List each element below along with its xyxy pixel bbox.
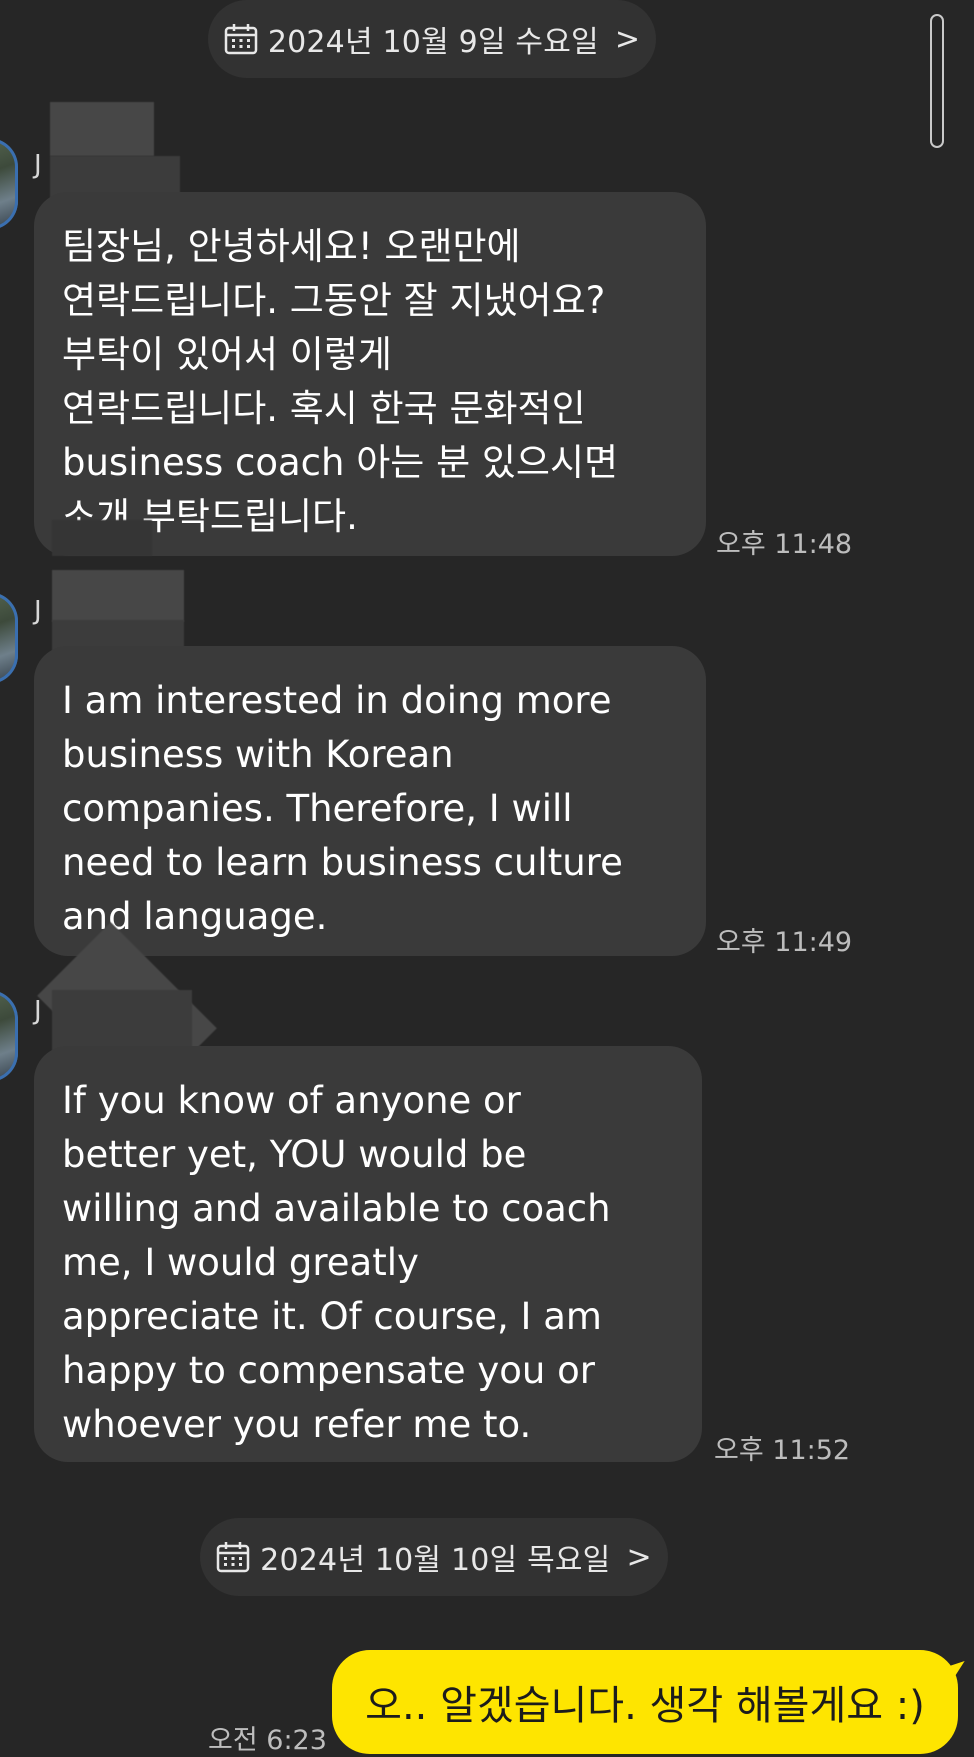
message-text: 팀장님, 안녕하세요! 오랜만에 연락드립니다. 그동안 잘 지냈어요? 부탁이… — [62, 225, 619, 538]
sender-name: J — [34, 596, 42, 626]
reply-text: 오.. 알겠습니다. 생각 해볼게요 :) — [365, 1683, 925, 1729]
scrollbar[interactable] — [930, 14, 944, 148]
redacted-block — [52, 520, 152, 556]
redacted-block — [52, 570, 184, 622]
message-bubble[interactable]: If you know of anyone or better yet, YOU… — [34, 1046, 702, 1462]
avatar[interactable] — [0, 138, 18, 230]
sender-name: J — [34, 996, 42, 1026]
sender-name: J — [34, 150, 42, 180]
date-divider[interactable]: 2024년 10월 9일 수요일 > — [208, 0, 656, 78]
message-time: 오후 11:52 — [714, 1435, 851, 1466]
message-text: I am interested in doing more business w… — [62, 679, 623, 938]
chevron-right-icon: > — [614, 21, 641, 57]
avatar[interactable] — [0, 990, 18, 1082]
date-divider[interactable]: 2024년 10월 10일 목요일 > — [200, 1518, 668, 1596]
chevron-right-icon: > — [626, 1539, 652, 1575]
message-time: 오후 11:48 — [716, 529, 853, 560]
chat-screen: 2024년 10월 9일 수요일 > J 팀장님, 안녕하세요! 오랜만에 연락… — [0, 0, 974, 1756]
message-text: If you know of anyone or better yet, YOU… — [62, 1079, 611, 1446]
reply-bubble[interactable]: 오.. 알겠습니다. 생각 해볼게요 :) — [332, 1650, 958, 1754]
avatar[interactable] — [0, 592, 18, 684]
message-bubble[interactable]: 팀장님, 안녕하세요! 오랜만에 연락드립니다. 그동안 잘 지냈어요? 부탁이… — [34, 192, 706, 556]
message-bubble[interactable]: I am interested in doing more business w… — [34, 646, 706, 956]
message-time: 오후 11:49 — [716, 927, 853, 958]
date-label: 2024년 10월 9일 수요일 — [267, 25, 599, 60]
redacted-block — [50, 102, 154, 156]
date-label: 2024년 10월 10일 목요일 — [260, 1543, 611, 1578]
calendar-icon — [224, 23, 258, 55]
calendar-icon — [216, 1541, 250, 1573]
reply-time: 오전 6:23 — [208, 1725, 327, 1756]
